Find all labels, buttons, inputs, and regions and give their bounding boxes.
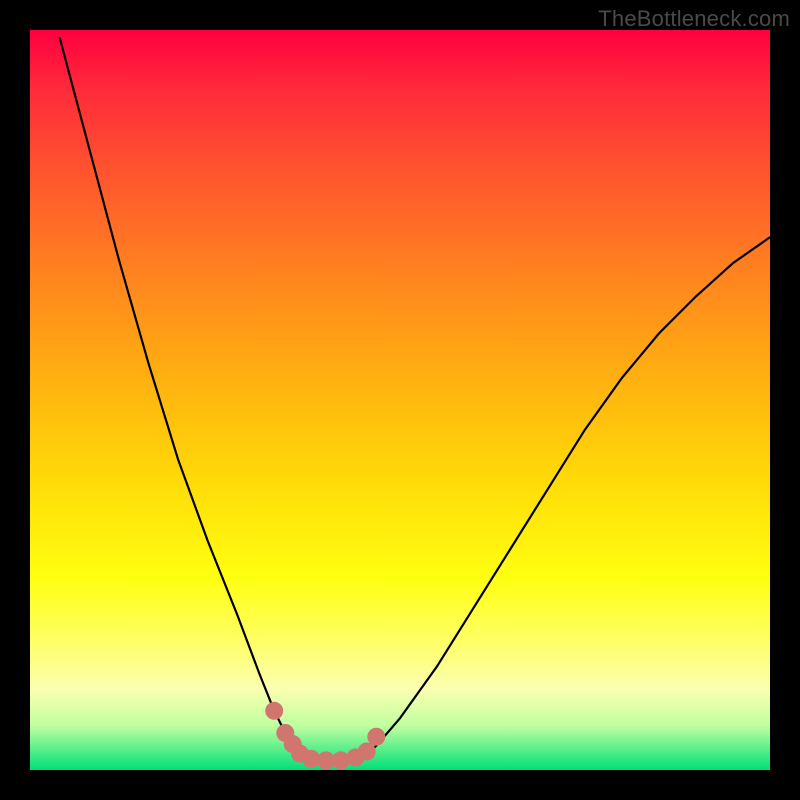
plot-area (30, 30, 770, 770)
marker-dot (332, 751, 350, 769)
marker-dot (358, 743, 376, 761)
curve-left-branch (60, 37, 301, 755)
curve-right-branch (378, 237, 770, 744)
marker-dot (367, 728, 385, 746)
watermark-text: TheBottleneck.com (598, 6, 790, 32)
curve-layer (30, 30, 770, 770)
flat-region-markers (265, 702, 385, 770)
chart-container: TheBottleneck.com (0, 0, 800, 800)
marker-dot (265, 702, 283, 720)
